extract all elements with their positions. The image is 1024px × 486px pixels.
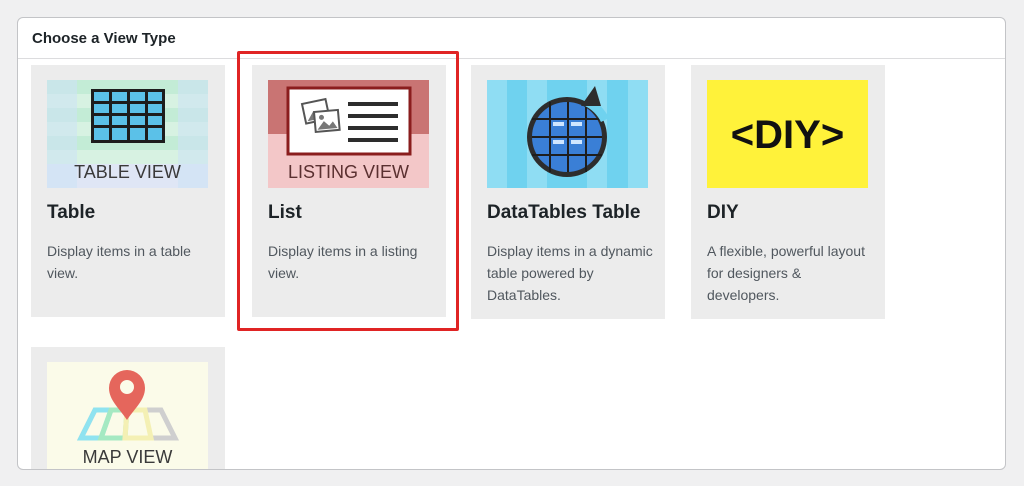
card-title: List bbox=[268, 202, 302, 223]
view-card-map[interactable]: MAP VIEW bbox=[31, 347, 225, 469]
datatables-thumbnail bbox=[487, 80, 648, 188]
card-description: Display items in a dynamic table powered… bbox=[487, 243, 653, 303]
panel-title: Choose a View Type bbox=[18, 18, 1005, 59]
card-title: DataTables Table bbox=[487, 202, 641, 223]
table-view-image-label: TABLE VIEW bbox=[74, 162, 181, 182]
view-card-datatables[interactable]: DataTables Table Display items in a dyna… bbox=[471, 65, 665, 319]
diy-image-label: <DIY> bbox=[731, 113, 844, 157]
view-type-panel: Choose a View Type TABLE VIEW Table Disp… bbox=[17, 17, 1006, 470]
listing-view-image-label: LISTING VIEW bbox=[288, 162, 409, 182]
map-view-image-label: MAP VIEW bbox=[83, 447, 173, 467]
card-description: A flexible, powerful layout for designer… bbox=[707, 243, 865, 303]
map-view-thumbnail: MAP VIEW bbox=[47, 362, 208, 469]
view-card-table[interactable]: TABLE VIEW Table Display items in a tabl… bbox=[31, 65, 225, 317]
table-view-thumbnail: TABLE VIEW bbox=[47, 80, 208, 188]
view-card-list[interactable]: LISTING VIEW List Display items in a lis… bbox=[252, 65, 446, 317]
card-title: Table bbox=[47, 202, 96, 223]
diy-thumbnail: <DIY> bbox=[707, 80, 868, 188]
card-description: Display items in a table view. bbox=[47, 243, 191, 281]
grid-icon bbox=[91, 89, 165, 143]
view-card-diy[interactable]: <DIY> DIY A flexible, powerful layout fo… bbox=[691, 65, 885, 319]
listing-view-thumbnail: LISTING VIEW bbox=[268, 80, 429, 188]
card-description: Display items in a listing view. bbox=[268, 243, 418, 281]
card-title: DIY bbox=[707, 202, 739, 223]
